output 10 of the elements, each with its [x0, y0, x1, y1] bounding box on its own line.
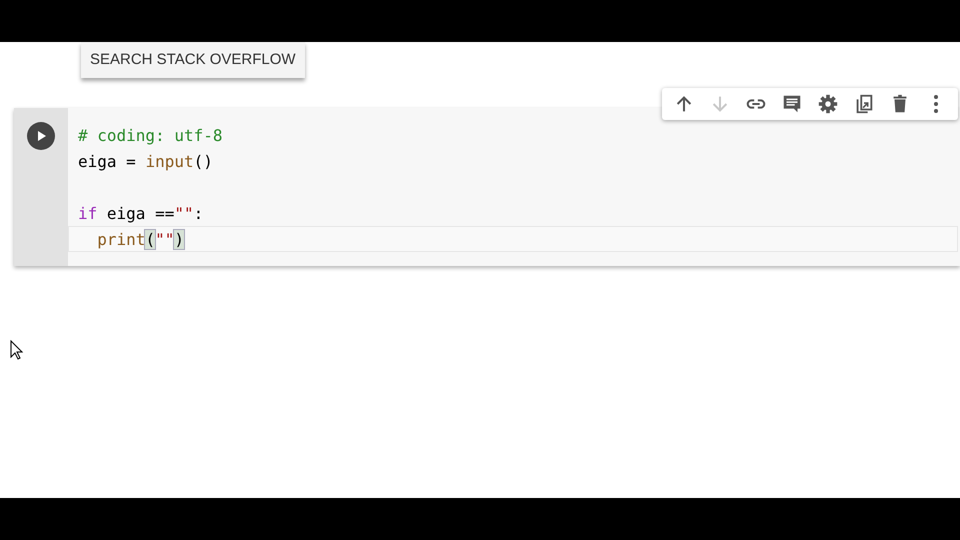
search-stack-overflow-button[interactable]: SEARCH STACK OVERFLOW	[81, 42, 305, 78]
settings-icon	[817, 93, 839, 115]
play-icon	[35, 130, 47, 142]
code-line: eiga = input()	[77, 151, 214, 173]
more-icon	[934, 95, 938, 113]
code-line: if eiga =="":	[77, 203, 204, 225]
mouse-pointer-icon	[10, 340, 24, 360]
run-button[interactable]	[27, 122, 55, 150]
comment-icon	[781, 93, 803, 115]
code-line: # coding: utf-8	[77, 125, 224, 147]
